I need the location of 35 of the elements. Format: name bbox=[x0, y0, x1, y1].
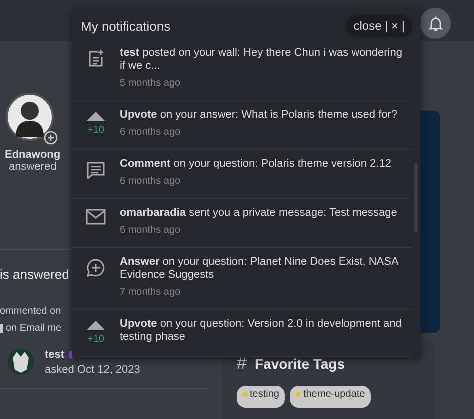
upvote-icon bbox=[87, 111, 105, 121]
notification-time: 5 months ago bbox=[120, 78, 182, 89]
panel-title: My notifications bbox=[81, 18, 171, 34]
chat-add-icon bbox=[86, 258, 106, 278]
notification-time: 7 months ago bbox=[120, 287, 182, 298]
asked-date: asked Oct 12, 2023 bbox=[45, 364, 140, 376]
person-icon bbox=[6, 93, 54, 141]
notification-text[interactable]: test posted on your wall: Hey there Chun i was wondering if we c... bbox=[120, 47, 411, 73]
bell-icon bbox=[426, 14, 444, 32]
bullet-icon bbox=[0, 324, 3, 333]
question-heading[interactable]: is answered bbox=[0, 267, 70, 282]
notification-time: 6 months ago bbox=[120, 176, 182, 187]
notification-text[interactable]: Upvote on your question: Version 2.0 in development and testing phase bbox=[120, 318, 411, 344]
activity-text: ommented on bbox=[0, 306, 62, 317]
close-button[interactable]: close | × | bbox=[346, 15, 413, 37]
notification-time: 6 months ago bbox=[120, 127, 182, 138]
user-action: answered bbox=[9, 161, 57, 173]
notification-time: 6 months ago bbox=[120, 225, 182, 236]
envelope-icon bbox=[86, 209, 106, 225]
tag[interactable]: theme-update bbox=[290, 386, 372, 408]
upvote-icon bbox=[87, 320, 105, 330]
comment-icon bbox=[86, 160, 106, 180]
tag[interactable]: testing bbox=[237, 386, 286, 408]
author-name[interactable]: test bbox=[45, 348, 65, 360]
activity-text: on Email me bbox=[6, 323, 62, 334]
notification-text[interactable]: omarbaradia sent you a private message: Test message bbox=[120, 207, 411, 220]
hash-icon: # bbox=[237, 353, 248, 374]
add-icon[interactable] bbox=[44, 131, 58, 145]
notification-text[interactable]: Comment on your question: Polaris theme version 2.12 bbox=[120, 158, 411, 171]
notification-text[interactable]: Answer on your question: Planet Nine Does Exist, NASA Evidence Suggests bbox=[120, 256, 411, 282]
vote-score: +10 bbox=[88, 334, 104, 345]
user-name[interactable]: Ednawong bbox=[5, 149, 61, 161]
notification-text[interactable]: Upvote on your answer: What is Polaris theme used for? bbox=[120, 109, 411, 122]
vote-score: +10 bbox=[88, 125, 104, 136]
panel-title: Favorite Tags bbox=[255, 356, 346, 372]
